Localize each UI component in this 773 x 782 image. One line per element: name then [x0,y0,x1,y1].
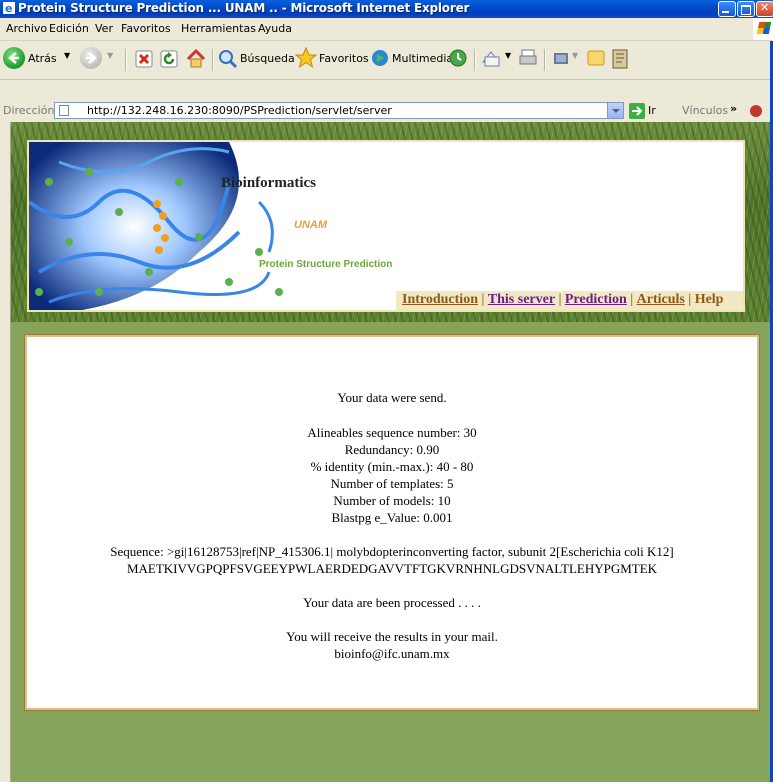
param-identity: % identity (min.-max.): 40 - 80 [310,459,474,474]
page-icon [59,105,69,116]
back-arrow-icon[interactable] [3,47,25,69]
site-nav: Introduction | This server | Prediction … [402,292,724,307]
edit-icon[interactable] [552,49,570,67]
toolbar: Atrás ▼ ▼ Búsqueda Favoritos Multimedia … [0,41,773,80]
menu-ayuda[interactable]: Ayuda [258,22,292,35]
mail-icon[interactable] [481,48,505,68]
search-icon[interactable] [218,49,238,69]
page-viewport: Bioinformatics UNAM Protein Structure Pr… [11,122,773,782]
menu-archivo[interactable]: Archivo [6,22,47,35]
nav-introduction[interactable]: Introduction [402,292,478,307]
contact-email: bioinfo@ifc.unam.mx [334,646,450,661]
result-panel: Your data were send. Alineables sequence… [24,334,760,711]
menu-edicion[interactable]: Edición [49,22,89,35]
minimize-button[interactable] [718,1,736,17]
window-title: Protein Structure Prediction ... UNAM ..… [18,1,470,15]
nav-this-server[interactable]: This server [488,292,555,307]
menu-bar: Archivo Edición Ver Favoritos Herramient… [0,18,773,41]
param-sequence-number: Alineables sequence number: 30 [307,425,477,440]
address-url[interactable]: http://132.248.16.230:8090/PSPrediction/… [87,104,392,117]
search-button[interactable]: Búsqueda [240,52,295,65]
status-mail-notice: You will receive the results in your mai… [286,629,498,644]
chevron-right-icon[interactable]: » [730,102,737,115]
address-bar: Dirección http://132.248.16.230:8090/PSP… [0,100,773,123]
svg-text:e: e [5,2,12,15]
menu-favoritos[interactable]: Favoritos [121,22,171,35]
go-arrow-icon[interactable] [629,103,645,119]
address-input[interactable]: http://132.248.16.230:8090/PSPrediction/… [54,102,624,119]
links-extension-icon[interactable] [748,103,764,119]
messenger-icon[interactable] [586,48,606,68]
browser-window: e Protein Structure Prediction ... UNAM … [0,0,773,782]
banner-title: Bioinformatics [221,175,316,191]
forward-dropdown-icon[interactable]: ▼ [107,51,113,60]
menu-herramientas[interactable]: Herramientas [181,22,256,35]
back-button[interactable]: Atrás [28,52,57,65]
home-icon[interactable] [185,48,207,70]
favorites-star-icon[interactable] [295,47,317,69]
menu-ver[interactable]: Ver [95,22,113,35]
site-banner: Bioinformatics UNAM Protein Structure Pr… [27,140,745,312]
toolbar-spacer [0,80,773,100]
print-icon[interactable] [518,48,538,68]
nav-articuls[interactable]: Articuls [637,292,685,307]
sequence-residues: MAETKIVVGPQPFSVGEEYPWLAERDEDGAVVTFTGKVRN… [126,561,658,576]
explorer-bar-edge [0,122,11,782]
banner-unam: UNAM [294,219,327,231]
status-sent: Your data were send. [337,390,447,405]
back-dropdown-icon[interactable]: ▼ [64,51,70,60]
address-dropdown-icon[interactable] [607,103,623,118]
windows-flag-icon [753,18,773,40]
mail-dropdown-icon[interactable]: ▼ [505,51,511,60]
status-processing: Your data are been processed . . . . [303,595,481,610]
media-button[interactable]: Multimedia [392,52,453,65]
banner-subtitle: Protein Structure Prediction [259,259,393,270]
media-icon[interactable] [370,48,390,68]
maximize-button[interactable] [737,1,755,17]
forward-arrow-icon[interactable] [80,47,102,69]
sequence-header: Sequence: >gi|16128753|ref|NP_415306.1| … [110,544,674,559]
nav-help[interactable]: Help [695,292,724,307]
history-icon[interactable] [448,48,468,68]
ie-logo-icon: e [3,2,15,15]
param-templates: Number of templates: 5 [330,476,454,491]
molecule-image [29,142,319,310]
refresh-icon[interactable] [160,50,178,68]
links-label[interactable]: Vínculos [682,104,728,117]
stop-icon[interactable] [135,50,153,68]
address-label: Dirección [3,104,55,117]
param-evalue: Blastpg e_Value: 0.001 [331,510,453,525]
research-icon[interactable] [610,46,632,70]
nav-prediction[interactable]: Prediction [565,292,627,307]
favorites-button[interactable]: Favoritos [319,52,369,65]
edit-dropdown-icon[interactable]: ▼ [572,51,578,60]
go-button[interactable]: Ir [648,104,656,117]
param-models: Number of models: 10 [333,493,451,508]
close-button[interactable] [756,1,773,17]
param-redundancy: Redundancy: 0.90 [344,442,440,457]
title-bar: e Protein Structure Prediction ... UNAM … [0,0,773,18]
